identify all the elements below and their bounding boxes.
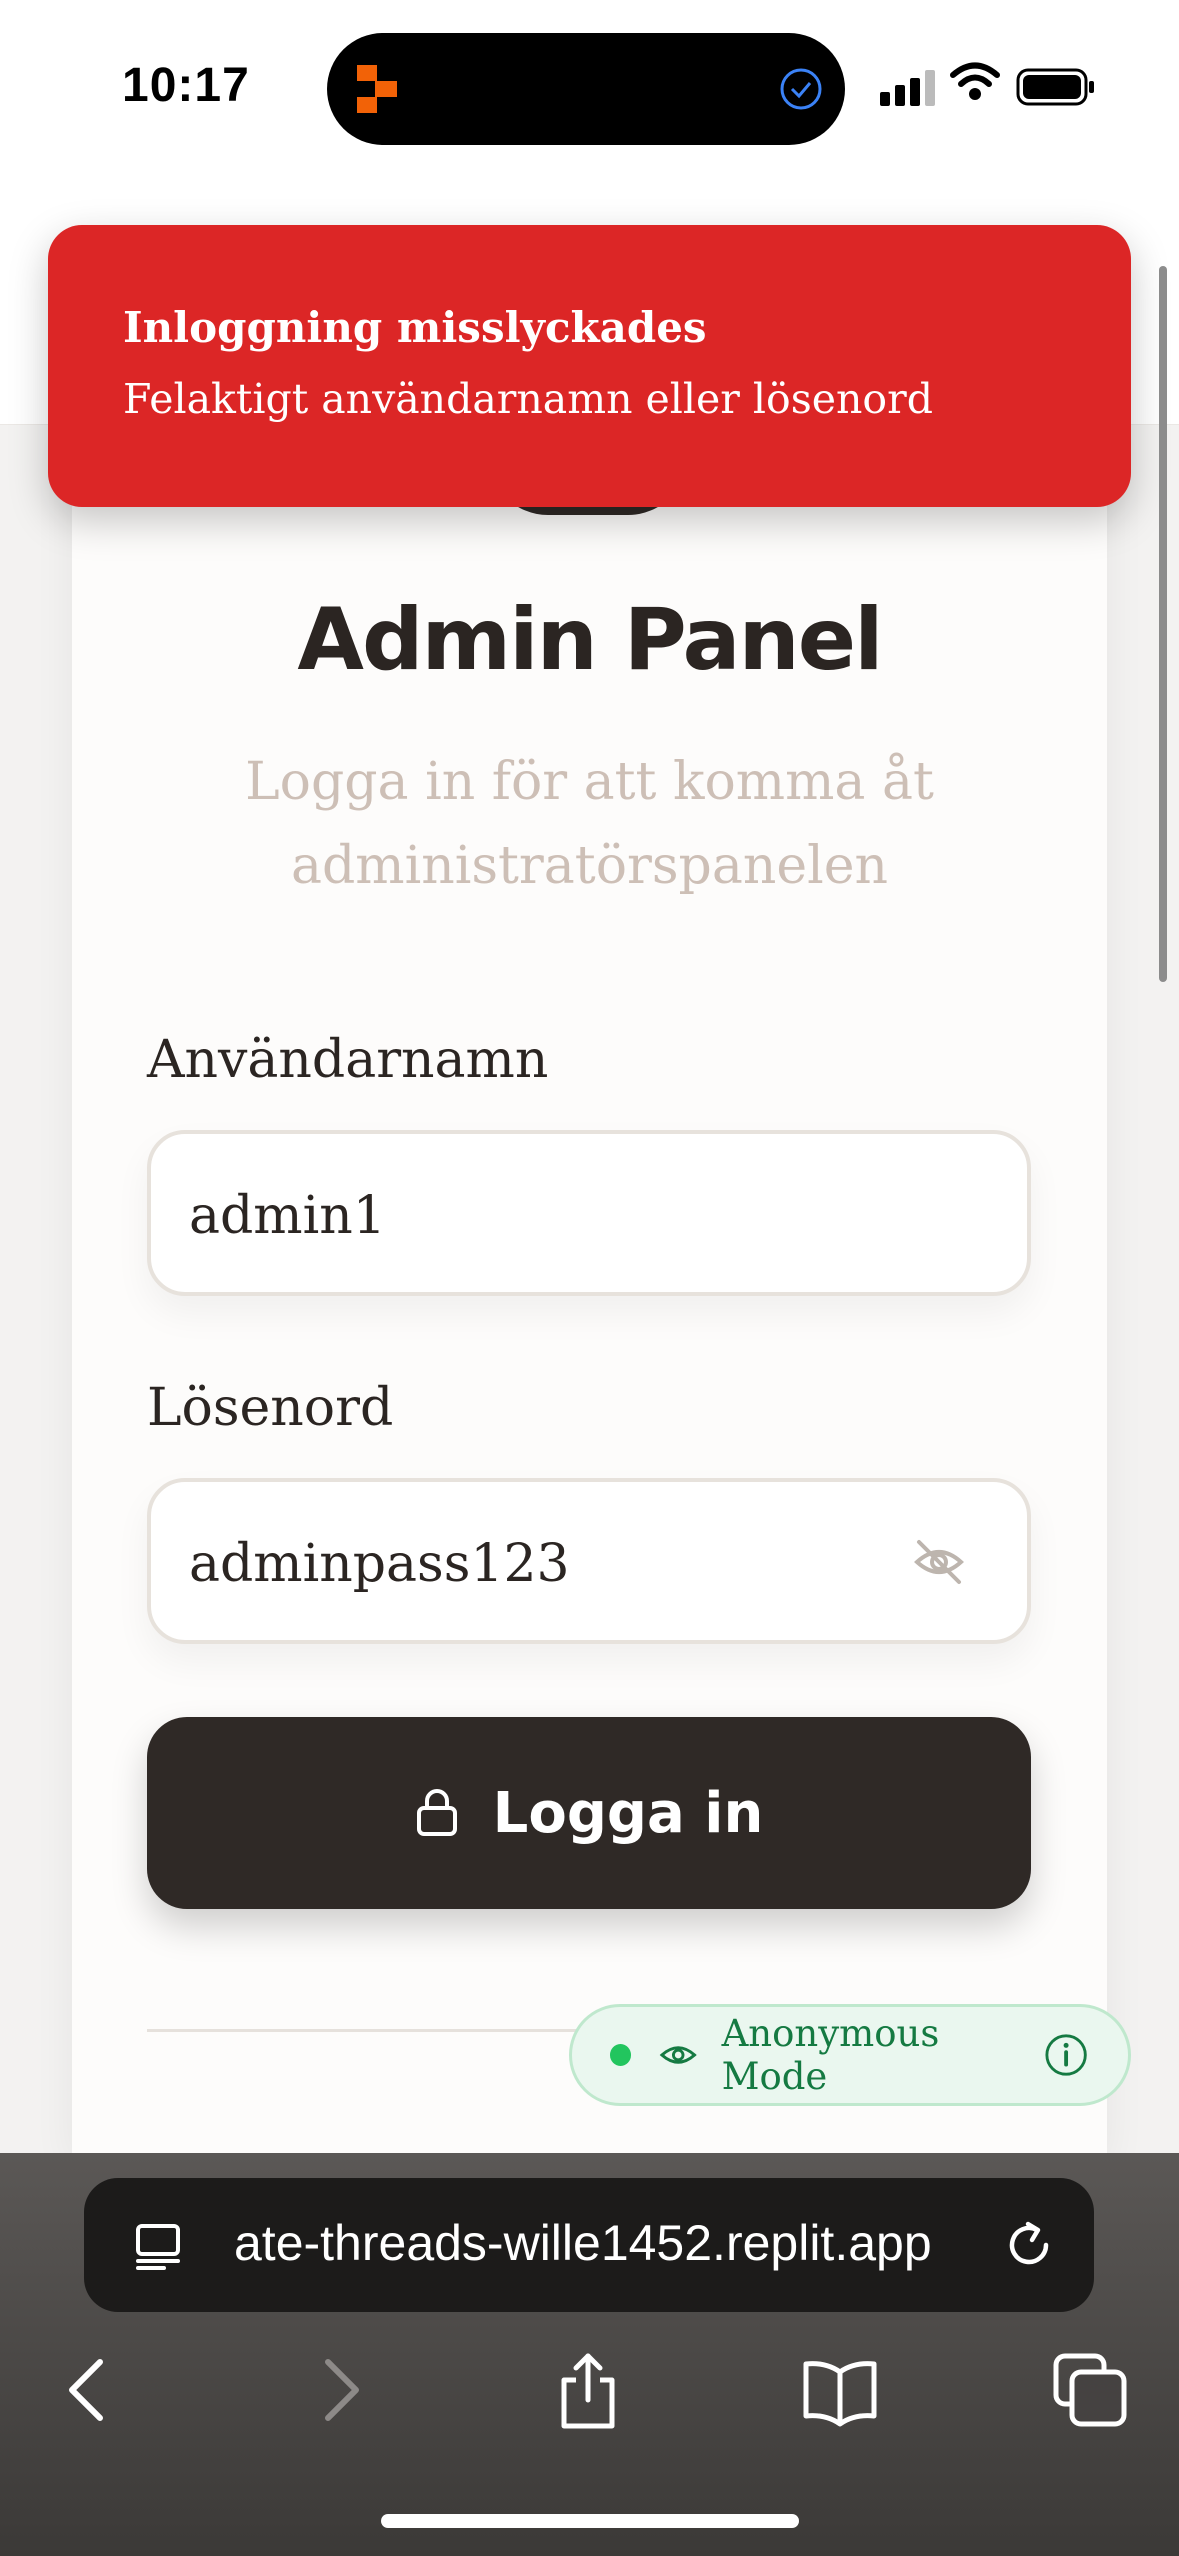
address-bar[interactable]: ate-threads-wille1452.replit.app <box>84 2178 1094 2312</box>
login-button-label: Logga in <box>492 1780 764 1846</box>
status-time: 10:17 <box>122 59 250 112</box>
reload-icon[interactable] <box>1000 2216 1058 2274</box>
password-field[interactable]: adminpass123 <box>147 1478 1031 1644</box>
home-indicator <box>381 2514 799 2528</box>
username-value: admin1 <box>189 1186 386 1246</box>
forward-icon[interactable] <box>300 2350 380 2430</box>
toast-title: Inloggning misslyckades <box>123 303 707 352</box>
dynamic-island <box>327 33 845 145</box>
lock-icon <box>416 1789 457 1836</box>
replit-logo-icon <box>357 65 397 113</box>
page-subtitle: Logga in för att komma åt administratörs… <box>245 752 934 896</box>
status-dot <box>610 2044 632 2066</box>
anonymous-mode-badge[interactable]: Anonymous Mode <box>569 2004 1131 2106</box>
url-text[interactable]: ate-threads-wille1452.replit.app <box>234 2214 1044 2272</box>
toast-message: Felaktigt användarnamn eller lösenord <box>123 375 933 423</box>
info-icon[interactable] <box>1044 2032 1088 2078</box>
login-button[interactable]: Logga in <box>147 1717 1031 1909</box>
status-bar: 10:17 <box>0 0 1179 180</box>
scrollbar[interactable] <box>1159 266 1167 982</box>
eye-off-icon[interactable] <box>911 1534 967 1590</box>
error-toast[interactable]: Inloggning misslyckades Felaktigt använd… <box>48 225 1131 507</box>
back-icon[interactable] <box>48 2350 128 2430</box>
username-field[interactable]: admin1 <box>147 1130 1031 1296</box>
page-title: Admin Panel <box>297 590 883 690</box>
check-circle-icon <box>780 68 822 110</box>
wifi-icon <box>950 62 1000 100</box>
anonymous-mode-label: Anonymous Mode <box>721 2012 940 2098</box>
tabs-icon[interactable] <box>1050 2350 1130 2430</box>
cellular-signal-icon <box>880 70 935 106</box>
password-value: adminpass123 <box>189 1534 570 1594</box>
battery-icon <box>1016 68 1094 106</box>
bookmarks-icon[interactable] <box>800 2350 880 2430</box>
username-label: Användarnamn <box>147 1030 549 1090</box>
page-menu-icon[interactable] <box>134 2220 186 2272</box>
eye-icon <box>659 2046 697 2064</box>
password-label: Lösenord <box>147 1378 394 1438</box>
share-icon[interactable] <box>548 2350 628 2430</box>
